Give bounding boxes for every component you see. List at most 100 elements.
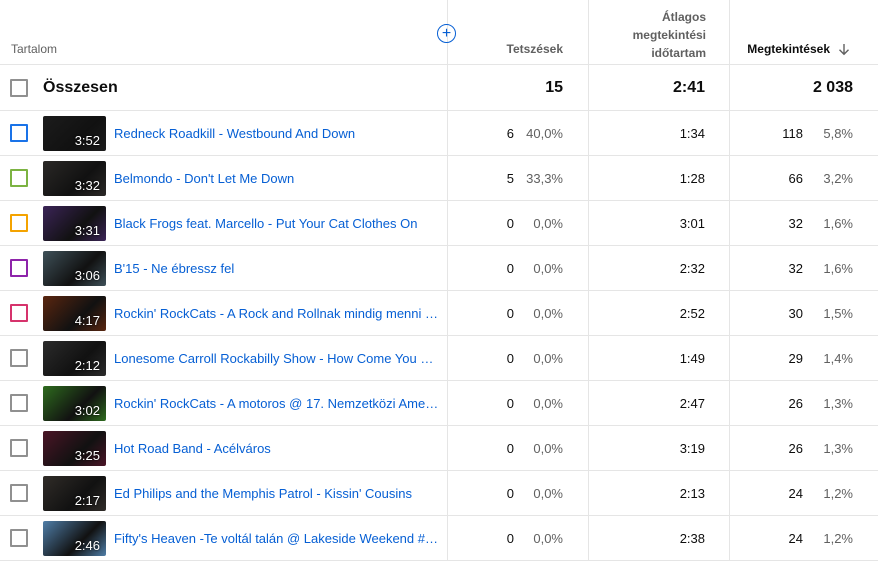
row-views-pct: 1,3% bbox=[823, 396, 853, 411]
row-views: 26 bbox=[788, 441, 803, 456]
row-checkbox[interactable] bbox=[10, 349, 28, 367]
table-row: 3:52 Redneck Roadkill - Westbound And Do… bbox=[0, 111, 878, 156]
row-likes-pct: 0,0% bbox=[533, 441, 563, 456]
row-likes: 0 bbox=[506, 306, 514, 321]
row-views-pct: 1,4% bbox=[823, 351, 853, 366]
row-views-pct: 1,2% bbox=[823, 531, 853, 546]
row-likes: 0 bbox=[506, 441, 514, 456]
row-checkbox[interactable] bbox=[10, 439, 28, 457]
video-title-link[interactable]: Fifty's Heaven -Te voltál talán @ Lakesi… bbox=[114, 531, 440, 546]
video-duration: 3:06 bbox=[74, 268, 100, 283]
row-avg-duration: 1:28 bbox=[679, 171, 705, 186]
row-views: 118 bbox=[782, 126, 803, 141]
row-likes-pct: 40,0% bbox=[526, 126, 563, 141]
total-views: 2 038 bbox=[812, 79, 853, 96]
video-title-link[interactable]: Redneck Roadkill - Westbound And Down bbox=[114, 126, 440, 141]
row-checkbox[interactable] bbox=[10, 484, 28, 502]
table-row: 2:12 Lonesome Carroll Rockabilly Show - … bbox=[0, 336, 878, 381]
table-row: 4:17 Rockin' RockCats - A Rock and Rolln… bbox=[0, 291, 878, 336]
video-thumbnail[interactable]: 3:31 bbox=[43, 206, 106, 241]
video-title-link[interactable]: Hot Road Band - Acélváros bbox=[114, 441, 440, 456]
video-thumbnail[interactable]: 3:02 bbox=[43, 386, 106, 421]
video-thumbnail[interactable]: 4:17 bbox=[43, 296, 106, 331]
table-row: 3:25 Hot Road Band - Acélváros 0 0,0% 3:… bbox=[0, 426, 878, 471]
total-label: Összesen bbox=[43, 79, 118, 96]
row-likes: 5 bbox=[506, 171, 514, 186]
row-checkbox[interactable] bbox=[10, 394, 28, 412]
row-likes-pct: 0,0% bbox=[533, 531, 563, 546]
row-likes: 0 bbox=[506, 261, 514, 276]
row-likes: 0 bbox=[506, 216, 514, 231]
video-duration: 2:17 bbox=[74, 493, 100, 508]
row-avg-duration: 2:38 bbox=[679, 531, 705, 546]
row-views: 24 bbox=[788, 486, 803, 501]
video-title-link[interactable]: B'15 - Ne ébressz fel bbox=[114, 261, 440, 276]
row-avg-duration: 2:52 bbox=[679, 306, 705, 321]
table-row: 3:06 B'15 - Ne ébressz fel 0 0,0% 2:32 3… bbox=[0, 246, 878, 291]
row-avg-duration: 2:47 bbox=[679, 396, 705, 411]
video-thumbnail[interactable]: 2:46 bbox=[43, 521, 106, 556]
video-thumbnail[interactable]: 2:17 bbox=[43, 476, 106, 511]
row-checkbox[interactable] bbox=[10, 259, 28, 277]
add-metric-icon[interactable]: + bbox=[437, 24, 456, 43]
video-title-link[interactable]: Black Frogs feat. Marcello - Put Your Ca… bbox=[114, 216, 440, 231]
header-views-label: Megtekintések bbox=[747, 42, 830, 56]
header-avg-view-duration[interactable]: Átlagos megtekintési időtartam bbox=[590, 8, 706, 62]
video-thumbnail[interactable]: 2:12 bbox=[43, 341, 106, 376]
row-views-pct: 1,6% bbox=[823, 261, 853, 276]
video-thumbnail[interactable]: 3:06 bbox=[43, 251, 106, 286]
video-duration: 4:17 bbox=[74, 313, 100, 328]
row-checkbox[interactable] bbox=[10, 124, 28, 142]
total-likes: 15 bbox=[545, 79, 563, 96]
row-views-pct: 1,6% bbox=[823, 216, 853, 231]
header-avg-line: időtartam bbox=[651, 46, 706, 60]
row-checkbox[interactable] bbox=[10, 529, 28, 547]
video-duration: 3:02 bbox=[74, 403, 100, 418]
row-views: 30 bbox=[788, 306, 803, 321]
row-views-pct: 1,3% bbox=[823, 441, 853, 456]
header-content[interactable]: Tartalom bbox=[11, 42, 57, 56]
video-duration: 3:31 bbox=[74, 223, 100, 238]
video-title-link[interactable]: Rockin' RockCats - A Rock and Rollnak mi… bbox=[114, 306, 440, 321]
video-thumbnail[interactable]: 3:25 bbox=[43, 431, 106, 466]
row-likes-pct: 0,0% bbox=[533, 486, 563, 501]
row-views: 32 bbox=[788, 261, 803, 276]
row-checkbox[interactable] bbox=[10, 169, 28, 187]
row-views: 26 bbox=[788, 396, 803, 411]
row-views: 32 bbox=[788, 216, 803, 231]
video-duration: 2:46 bbox=[74, 538, 100, 553]
header-avg-line: Átlagos bbox=[661, 10, 706, 24]
video-duration: 3:32 bbox=[74, 178, 100, 193]
row-likes: 0 bbox=[506, 396, 514, 411]
row-checkbox[interactable] bbox=[10, 304, 28, 322]
video-title-link[interactable]: Rockin' RockCats - A motoros @ 17. Nemze… bbox=[114, 396, 440, 411]
row-avg-duration: 3:01 bbox=[679, 216, 705, 231]
row-likes: 0 bbox=[506, 351, 514, 366]
video-duration: 3:25 bbox=[74, 448, 100, 463]
video-thumbnail[interactable]: 3:32 bbox=[43, 161, 106, 196]
row-likes: 6 bbox=[506, 126, 514, 141]
video-thumbnail[interactable]: 3:52 bbox=[43, 116, 106, 151]
header-likes[interactable]: Tetszések bbox=[507, 42, 563, 56]
video-title-link[interactable]: Belmondo - Don't Let Me Down bbox=[114, 171, 440, 186]
row-views-pct: 5,8% bbox=[823, 126, 853, 141]
header-avg-line: megtekintési bbox=[632, 28, 706, 42]
row-avg-duration: 1:49 bbox=[679, 351, 705, 366]
row-likes-pct: 0,0% bbox=[533, 306, 563, 321]
total-checkbox[interactable] bbox=[10, 79, 28, 97]
video-title-link[interactable]: Lonesome Carroll Rockabilly Show - How C… bbox=[114, 351, 440, 366]
table-row: 2:17 Ed Philips and the Memphis Patrol -… bbox=[0, 471, 878, 516]
video-title-link[interactable]: Ed Philips and the Memphis Patrol - Kiss… bbox=[114, 486, 440, 501]
table-row: 2:46 Fifty's Heaven -Te voltál talán @ L… bbox=[0, 516, 878, 561]
row-views-pct: 3,2% bbox=[823, 171, 853, 186]
row-likes-pct: 33,3% bbox=[526, 171, 563, 186]
header-views[interactable]: Megtekintések bbox=[747, 42, 850, 56]
total-avg-duration: 2:41 bbox=[672, 79, 705, 96]
video-duration: 2:12 bbox=[74, 358, 100, 373]
table-row: 3:31 Black Frogs feat. Marcello - Put Yo… bbox=[0, 201, 878, 246]
table-row: 3:32 Belmondo - Don't Let Me Down 5 33,3… bbox=[0, 156, 878, 201]
row-checkbox[interactable] bbox=[10, 214, 28, 232]
row-likes-pct: 0,0% bbox=[533, 351, 563, 366]
row-likes: 0 bbox=[506, 531, 514, 546]
row-likes-pct: 0,0% bbox=[533, 216, 563, 231]
